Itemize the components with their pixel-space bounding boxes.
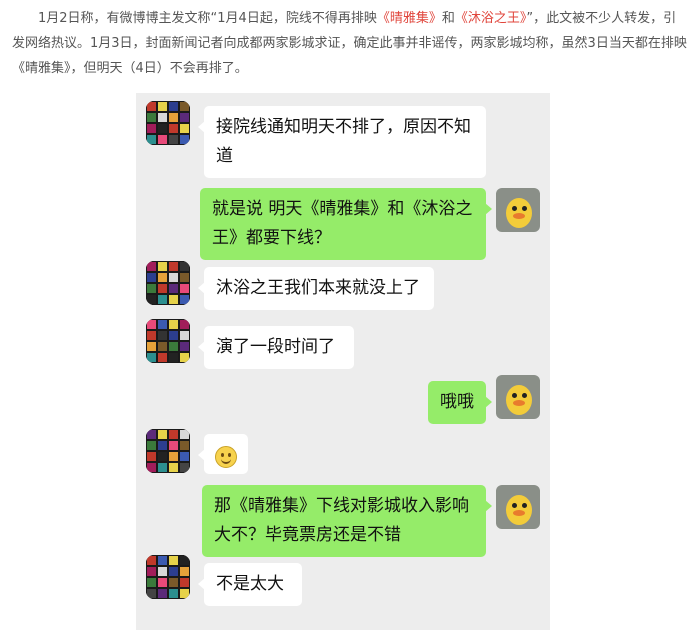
message-bubble-sent: 哦哦 [428,381,492,424]
message-text: 沐浴之王我们本来就没上了 [216,278,420,298]
message-text: 那《晴雅集》下线对影城收入影响大不？毕竟票房还是不错 [214,496,469,545]
article-text-1: 1月2日称，有微博博主发文称“1月4日起，院线不得再排映 [38,11,377,26]
message-bubble-sent: 就是说 明天《晴雅集》和《沐浴之王》都要下线？ [200,188,492,260]
article-paragraph: 1月2日称，有微博博主发文称“1月4日起，院线不得再排映《晴雅集》和《沐浴之王》… [12,6,688,81]
smile-emoji-icon [215,446,237,468]
message-text: 哦哦 [440,392,474,412]
contact-avatar [146,555,190,599]
message-bubble-received: 接院线通知明天不排了，原因不知道 [198,106,486,178]
movie-title-2: 《沐浴之王》 [454,11,527,26]
contact-avatar [146,429,190,473]
user-avatar [496,188,540,232]
message-bubble-received: 不是太大 [198,563,302,606]
user-avatar [496,485,540,529]
contact-avatar [146,261,190,305]
message-bubble-received [198,434,248,474]
contact-avatar [146,319,190,363]
contact-avatar [146,101,190,145]
article-and: 和 [441,11,455,26]
message-bubble-received: 演了一段时间了 [198,326,354,369]
message-text: 不是太大 [216,574,284,594]
message-bubble-sent: 那《晴雅集》下线对影城收入影响大不？毕竟票房还是不错 [202,485,492,557]
message-text: 演了一段时间了 [216,337,335,357]
message-bubble-received: 沐浴之王我们本来就没上了 [198,267,434,310]
user-avatar [496,375,540,419]
message-text: 就是说 明天《晴雅集》和《沐浴之王》都要下线？ [212,199,473,248]
chat-screenshot: 接院线通知明天不排了，原因不知道 就是说 明天《晴雅集》和《沐浴之王》都要下线？… [136,93,550,630]
message-text: 接院线通知明天不排了，原因不知道 [216,117,471,166]
movie-title-1: 《晴雅集》 [376,11,442,26]
